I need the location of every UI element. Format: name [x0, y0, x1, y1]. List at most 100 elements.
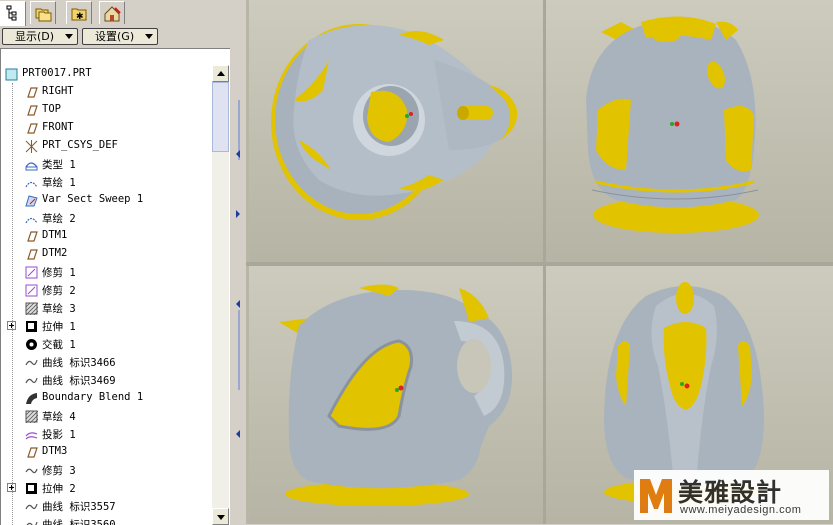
hatched-sketch-icon [25, 302, 38, 315]
extrude-icon [26, 483, 37, 494]
tree-item-label: 曲线 标识3466 [42, 357, 116, 369]
viewport-front-view[interactable] [546, 0, 833, 262]
tree-item-label: 修剪 1 [42, 267, 76, 279]
tree-item-label: 修剪 2 [42, 285, 76, 297]
favorites-folder-icon: ✱ [71, 8, 87, 22]
tree-item[interactable]: Boundary Blend 1 [1, 389, 212, 407]
settings-dropdown-label: 设置(G) [95, 30, 135, 43]
tree-item-label: 草绘 1 [42, 177, 76, 189]
tree-item-label: 草绘 2 [42, 213, 76, 225]
tree-item-label: 曲线 标识3469 [42, 375, 116, 387]
viewport-side-view[interactable] [249, 266, 543, 524]
model-tree-panel: ✱ 显示(D) 设置(G) PRT0017.PRT RIGHT TOP FRON… [0, 0, 233, 525]
kettle-top-view-image [271, 24, 518, 220]
tree-root-item[interactable]: PRT0017.PRT [1, 65, 212, 83]
sketch-icon [25, 181, 38, 188]
tab-connections[interactable] [99, 1, 125, 24]
panel-splitter[interactable] [233, 0, 246, 524]
datum-plane-icon [27, 231, 38, 242]
settings-dropdown-button[interactable]: 设置(G) [82, 28, 158, 45]
tree-item[interactable]: 草绘 4 [1, 407, 212, 425]
tree-item-label: DTM2 [42, 247, 68, 259]
viewport-top-view[interactable] [249, 0, 543, 262]
datum-plane-icon [27, 447, 38, 458]
tree-item[interactable]: 修剪 3 [1, 461, 212, 479]
kettle-front-view-image [586, 16, 759, 233]
tab-favorites[interactable]: ✱ [66, 1, 92, 24]
curve-icon [25, 359, 38, 366]
trim-icon [25, 266, 38, 279]
tree-item[interactable]: 拉伸 2 [1, 479, 212, 497]
tree-item[interactable]: 曲线 标识3557 [1, 497, 212, 515]
tree-item[interactable]: 投影 1 [1, 425, 212, 443]
tree-item-label: 拉伸 1 [42, 321, 76, 333]
kettle-side-view-image [279, 284, 513, 506]
tree-item[interactable]: DTM1 [1, 227, 212, 245]
tree-item-label: 草绘 3 [42, 303, 76, 315]
scroll-down-button[interactable] [212, 508, 229, 525]
tree-item-label: 类型 1 [42, 159, 76, 171]
hatched-sketch-icon [25, 410, 38, 423]
tree-item-label: DTM1 [42, 229, 68, 241]
tree-item-label: FRONT [42, 121, 74, 133]
model-tree-list: PRT0017.PRT RIGHT TOP FRONT PRT_CSYS_DEF 类型 … [1, 65, 212, 525]
tree-item-label: 修剪 3 [42, 465, 76, 477]
tree-item-label: Var Sect Sweep 1 [42, 193, 144, 205]
viewport-divider-horizontal [246, 262, 833, 266]
tree-item[interactable]: DTM3 [1, 443, 212, 461]
scroll-up-button[interactable] [212, 65, 229, 82]
tree-connector-line [12, 83, 13, 525]
tree-item-label: 投影 1 [42, 429, 76, 441]
arrow-up-icon [217, 71, 225, 76]
tree-item-label: TOP [42, 103, 61, 115]
projection-icon [25, 432, 38, 440]
tree-item[interactable]: Var Sect Sweep 1 [1, 191, 212, 209]
collapse-left-icon[interactable] [236, 300, 240, 308]
chevron-down-icon [145, 34, 153, 39]
svg-text:✱: ✱ [76, 12, 84, 22]
sketch-icon [25, 217, 38, 224]
part-icon [5, 68, 18, 81]
extrude-icon [26, 321, 37, 332]
curve-icon [25, 377, 38, 384]
tab-folder-browser[interactable] [30, 1, 56, 24]
tree-item[interactable]: 拉伸 1 [1, 317, 212, 335]
tab-model-tree[interactable] [0, 1, 26, 26]
datum-plane-icon [27, 249, 38, 260]
tree-item[interactable]: 类型 1 [1, 155, 212, 173]
tree-item-label: 草绘 4 [42, 411, 76, 423]
chevron-down-icon [65, 34, 73, 39]
show-dropdown-button[interactable]: 显示(D) [2, 28, 78, 45]
tree-item[interactable]: PRT_CSYS_DEF [1, 137, 212, 155]
watermark-url: www.meiyadesign.com [680, 504, 802, 516]
tree-item-label: RIGHT [42, 85, 74, 97]
tree-item[interactable]: 曲线 标识3466 [1, 353, 212, 371]
tree-item[interactable]: 修剪 2 [1, 281, 212, 299]
tree-item-label: DTM3 [42, 445, 68, 457]
coordinate-system-icon [25, 140, 38, 153]
tree-item[interactable]: 交截 1 [1, 335, 212, 353]
show-dropdown-label: 显示(D) [15, 30, 55, 43]
collapse-left-icon[interactable] [236, 430, 240, 438]
graphics-window[interactable] [246, 0, 833, 524]
model-tree: PRT0017.PRT RIGHT TOP FRONT PRT_CSYS_DEF 类型 … [0, 48, 230, 525]
tree-item-label: Boundary Blend 1 [42, 391, 144, 403]
expand-right-icon[interactable] [236, 210, 240, 218]
tree-item[interactable]: 修剪 1 [1, 263, 212, 281]
tree-item[interactable]: RIGHT [1, 83, 212, 101]
tree-item-label: 拉伸 2 [42, 483, 76, 495]
scroll-thumb[interactable] [212, 82, 229, 152]
tree-item[interactable]: 草绘 1 [1, 173, 212, 191]
tree-root-label: PRT0017.PRT [22, 67, 92, 79]
curve-icon [25, 503, 38, 510]
tree-item[interactable]: 草绘 3 [1, 299, 212, 317]
tree-item[interactable]: 曲线 标识3469 [1, 371, 212, 389]
tree-item[interactable]: FRONT [1, 119, 212, 137]
tree-vertical-scrollbar[interactable] [212, 65, 229, 525]
tree-item[interactable]: TOP [1, 101, 212, 119]
curve-trim-icon [25, 468, 38, 474]
collapse-left-icon[interactable] [236, 150, 240, 158]
tree-item[interactable]: 草绘 2 [1, 209, 212, 227]
brand-mark-icon [640, 479, 672, 513]
tree-item[interactable]: DTM2 [1, 245, 212, 263]
